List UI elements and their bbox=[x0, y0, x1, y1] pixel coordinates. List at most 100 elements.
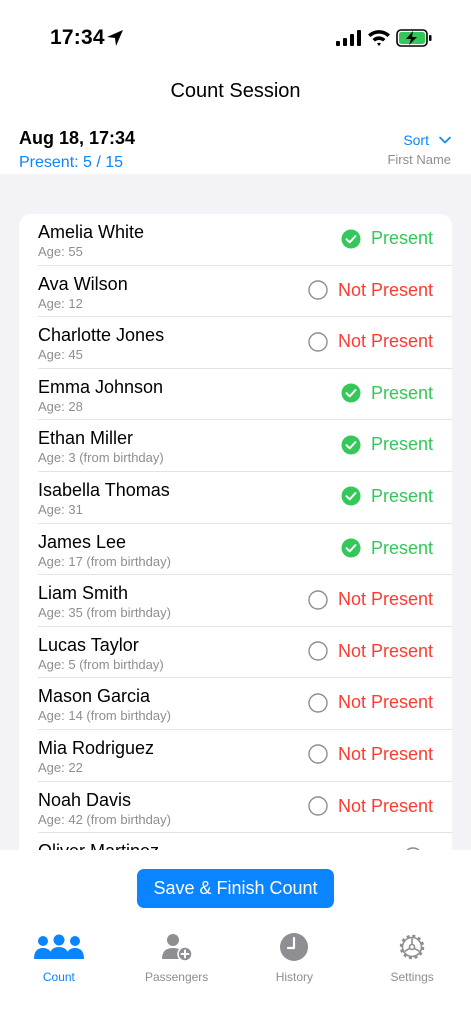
attendance-status-label: Not Present bbox=[337, 331, 433, 352]
battery-charging-icon bbox=[396, 29, 432, 47]
empty-circle-icon bbox=[308, 641, 328, 661]
passenger-name: Emma Johnson bbox=[38, 376, 164, 397]
passenger-age: Age: 55 bbox=[38, 244, 83, 259]
passenger-name: Amelia White bbox=[38, 222, 145, 242]
passenger-age: Age: 14 (from birthday) bbox=[38, 708, 171, 724]
sort-value: First Name bbox=[387, 152, 451, 167]
attendance-toggle[interactable]: Not Present bbox=[308, 796, 433, 817]
passenger-row[interactable]: Ethan Miller Age: 3 (from birthday) Presen… bbox=[38, 420, 452, 472]
passenger-name: Isabella Thomas bbox=[38, 479, 170, 500]
passenger-name: Ethan Miller bbox=[38, 428, 134, 449]
empty-circle-icon bbox=[308, 589, 328, 610]
passenger-row[interactable]: Mason Garcia Age: 14 (from birthday) Not P… bbox=[38, 678, 452, 730]
attendance-status-label: Not Present bbox=[337, 692, 433, 713]
attendance-toggle[interactable]: Not Present bbox=[308, 589, 433, 610]
passenger-row[interactable]: Amelia White Age: 55 Present bbox=[38, 214, 452, 266]
empty-circle-icon bbox=[308, 331, 328, 352]
save-finish-count-button[interactable]: Save & Finish Count bbox=[137, 869, 334, 908]
location-arrow-icon bbox=[107, 30, 123, 46]
tab-settings[interactable]: Settings bbox=[353, 930, 471, 990]
passenger-name: Mia Rodriguez bbox=[38, 737, 155, 758]
tab-count[interactable]: Count bbox=[0, 930, 118, 990]
passenger-row[interactable]: Lucas Taylor Age: 5 (from birthday) Not Pr… bbox=[38, 627, 452, 679]
passenger-age: Age: 5 (from birthday) bbox=[38, 656, 164, 672]
passenger-list-area[interactable]: Amelia White Age: 55 Present Ava Wilson Age:… bbox=[0, 174, 471, 850]
attendance-toggle[interactable]: Not Present bbox=[308, 641, 433, 662]
status-bar: 17:34 bbox=[0, 0, 471, 76]
passenger-row[interactable]: Oliver Martinez bbox=[38, 833, 452, 850]
passenger-name: Mason Garcia bbox=[38, 686, 151, 707]
checkmark-circle-icon bbox=[341, 383, 361, 403]
add-person-icon bbox=[161, 934, 193, 962]
checkmark-circle-icon bbox=[341, 229, 361, 248]
attendance-status-label: Not Present bbox=[337, 640, 433, 661]
attendance-status-label: Not Present bbox=[337, 795, 433, 816]
cellular-signal-icon bbox=[336, 30, 361, 46]
passenger-name: Ava Wilson bbox=[38, 273, 128, 294]
attendance-toggle[interactable]: Present bbox=[341, 383, 433, 404]
checkmark-circle-icon bbox=[341, 486, 361, 506]
passenger-row[interactable]: Ava Wilson Age: 12 Not Present bbox=[38, 266, 452, 318]
passenger-age: Age: 22 bbox=[38, 759, 83, 775]
passenger-name: Charlotte Jones bbox=[38, 325, 165, 346]
passenger-name: Noah Davis bbox=[38, 789, 132, 810]
chevron-down-icon bbox=[439, 136, 451, 144]
attendance-toggle[interactable]: Present bbox=[341, 538, 433, 559]
attendance-status-label: Not Present bbox=[337, 589, 433, 610]
wifi-icon bbox=[368, 30, 390, 46]
empty-circle-icon bbox=[308, 280, 328, 300]
attendance-status-label: Not Present bbox=[337, 279, 433, 300]
present-summary: Present: 5 / 15 bbox=[19, 154, 124, 171]
tab-passengers[interactable]: Passengers bbox=[118, 930, 236, 990]
attendance-status-label: Not Present bbox=[337, 743, 433, 764]
attendance-toggle[interactable]: Present bbox=[341, 486, 433, 507]
passenger-row[interactable]: Emma Johnson Age: 28 Present bbox=[38, 369, 452, 421]
session-header: Aug 18, 17:34 Present: 5 / 15 Sort First… bbox=[0, 122, 471, 174]
passenger-row[interactable]: Liam Smith Age: 35 (from birthday) Not Pre… bbox=[38, 575, 452, 627]
passenger-row[interactable]: Mia Rodriguez Age: 22 Not Present bbox=[38, 730, 452, 782]
passenger-age: Age: 42 (from birthday) bbox=[38, 811, 171, 827]
passenger-age: Age: 45 bbox=[38, 347, 83, 363]
attendance-status-label: Present bbox=[370, 485, 433, 506]
attendance-toggle[interactable]: Not Present bbox=[308, 280, 433, 301]
passenger-age: Age: 31 bbox=[38, 501, 83, 517]
passenger-name: James Lee bbox=[38, 531, 127, 552]
attendance-status-label: Present bbox=[370, 382, 433, 403]
attendance-toggle[interactable]: Not Present bbox=[308, 692, 433, 713]
tab-history[interactable]: History bbox=[236, 930, 354, 990]
attendance-status-label: Present bbox=[370, 228, 433, 248]
tab-label: Settings bbox=[390, 970, 434, 984]
attendance-toggle[interactable]: Present bbox=[341, 434, 433, 455]
gear-icon bbox=[399, 934, 425, 960]
passenger-age: Age: 28 bbox=[38, 398, 83, 414]
checkmark-circle-icon bbox=[341, 435, 361, 455]
passenger-age: Age: 12 bbox=[38, 295, 83, 311]
tab-label: History bbox=[275, 970, 314, 984]
passenger-name: Lucas Taylor bbox=[38, 634, 139, 655]
page-title: Count Session bbox=[170, 80, 301, 102]
passenger-row[interactable]: Charlotte Jones Age: 45 Not Present bbox=[38, 317, 452, 369]
passenger-age: Age: 17 (from birthday) bbox=[38, 553, 171, 569]
passenger-row[interactable]: Noah Davis Age: 42 (from birthday) Not Pre… bbox=[38, 782, 452, 834]
attendance-toggle[interactable]: Not Present bbox=[308, 744, 433, 765]
attendance-toggle[interactable]: Present bbox=[341, 228, 433, 249]
sort-button[interactable]: Sort bbox=[403, 132, 451, 148]
passenger-age: Age: 3 (from birthday) bbox=[38, 450, 164, 466]
empty-circle-icon bbox=[308, 744, 328, 765]
sort-label: Sort bbox=[403, 132, 429, 148]
checkmark-circle-icon bbox=[341, 538, 361, 558]
clock-icon bbox=[280, 933, 309, 961]
passenger-name: Oliver Martinez bbox=[38, 841, 159, 850]
attendance-status-label: Present bbox=[370, 537, 433, 558]
tab-label: Passengers bbox=[144, 970, 209, 984]
passenger-row[interactable]: James Lee Age: 17 (from birthday) Present bbox=[38, 524, 452, 576]
passenger-age: Age: 35 (from birthday) bbox=[38, 605, 171, 621]
empty-circle-icon bbox=[308, 693, 328, 713]
passenger-name: Liam Smith bbox=[38, 583, 129, 604]
status-time: 17:34 bbox=[50, 26, 105, 49]
tab-label: Count bbox=[42, 970, 75, 984]
session-date: Aug 18, 17:34 bbox=[19, 128, 136, 148]
attendance-toggle[interactable]: Not Present bbox=[308, 331, 433, 352]
passenger-row[interactable]: Isabella Thomas Age: 31 Present bbox=[38, 472, 452, 524]
people-icon bbox=[33, 934, 84, 959]
